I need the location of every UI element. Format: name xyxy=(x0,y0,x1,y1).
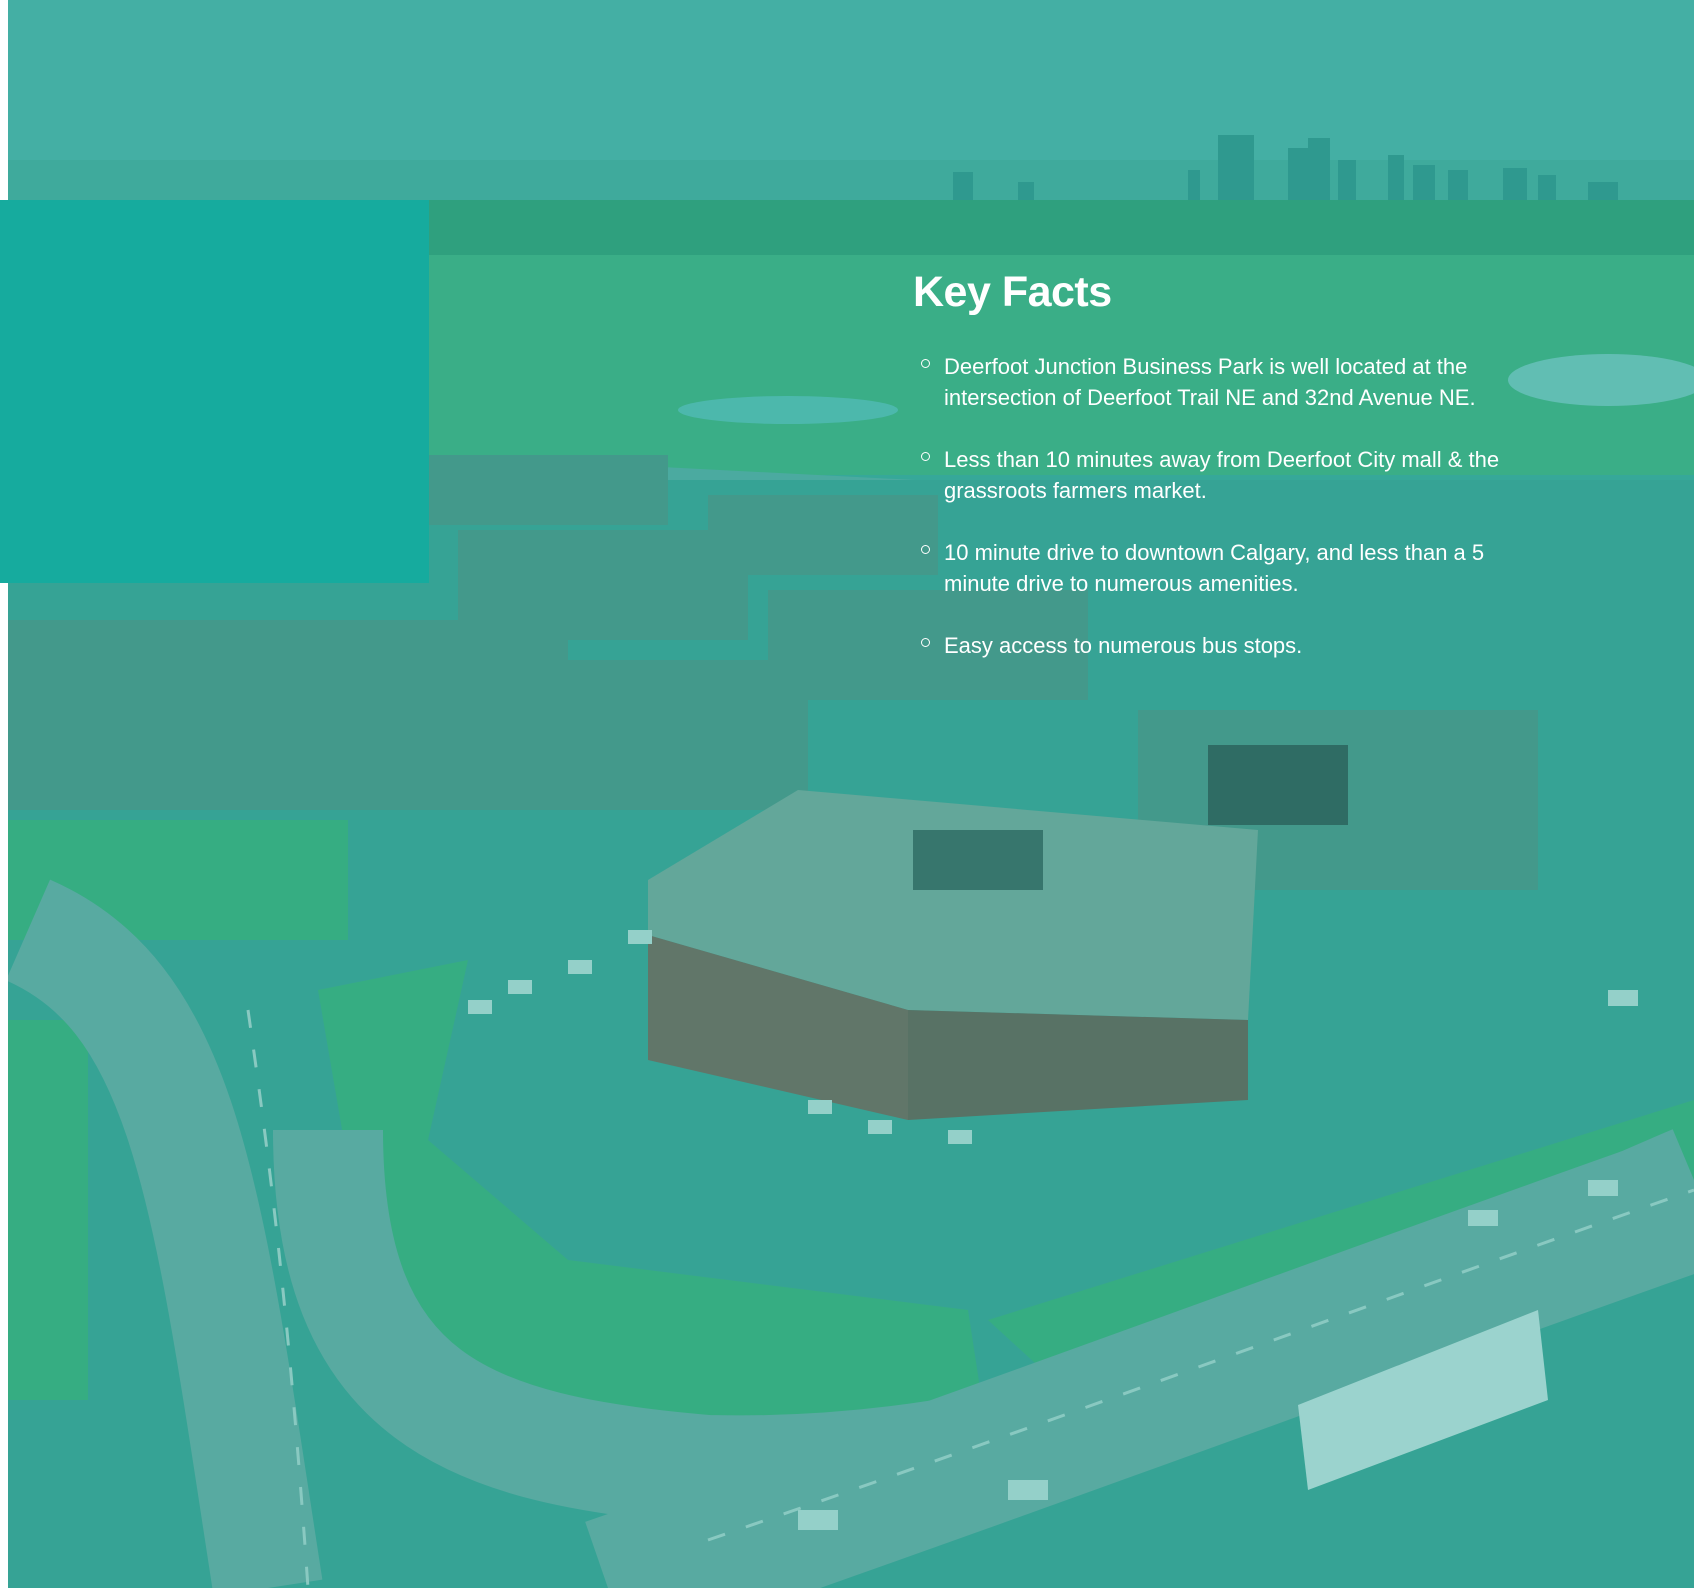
key-facts-section: Key Facts Deerfoot Junction Business Par… xyxy=(913,268,1553,692)
circle-bullet-icon xyxy=(921,545,930,554)
circle-bullet-icon xyxy=(921,359,930,368)
key-fact-text: Less than 10 minutes away from Deerfoot … xyxy=(944,447,1500,503)
key-facts-title: Key Facts xyxy=(913,268,1112,316)
circle-bullet-icon xyxy=(921,638,930,647)
key-fact-text: 10 minute drive to downtown Calgary, and… xyxy=(944,540,1485,596)
teal-accent-block xyxy=(0,200,429,583)
circle-bullet-icon xyxy=(921,452,930,461)
page: Key Facts Deerfoot Junction Business Par… xyxy=(0,0,1694,1588)
key-fact-item: Deerfoot Junction Business Park is well … xyxy=(913,351,1553,413)
key-facts-list: Deerfoot Junction Business Park is well … xyxy=(913,351,1553,661)
key-fact-item: Easy access to numerous bus stops. xyxy=(913,630,1553,661)
key-fact-item: 10 minute drive to downtown Calgary, and… xyxy=(913,537,1553,599)
key-fact-text: Deerfoot Junction Business Park is well … xyxy=(944,354,1476,410)
key-fact-text: Easy access to numerous bus stops. xyxy=(944,633,1303,658)
key-fact-item: Less than 10 minutes away from Deerfoot … xyxy=(913,444,1553,506)
